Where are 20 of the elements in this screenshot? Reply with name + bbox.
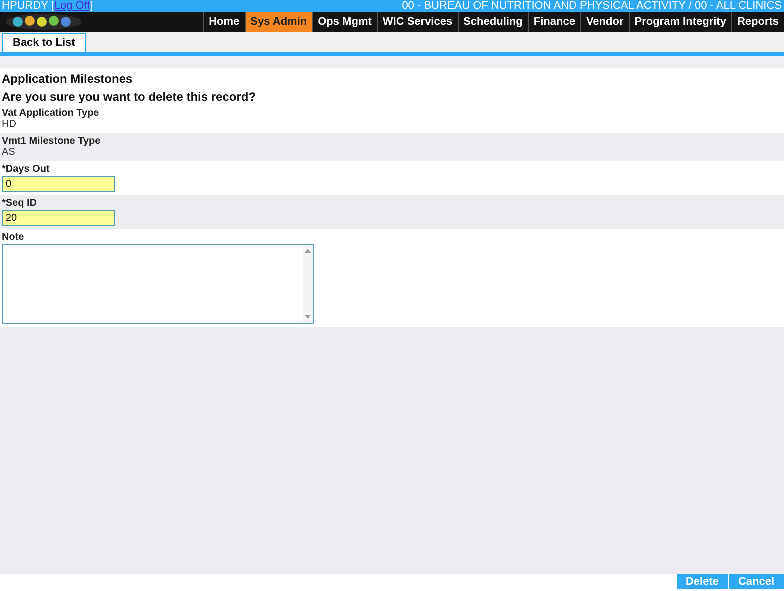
confirm-message: Are you sure you want to delete this record?	[1, 89, 258, 105]
input-field[interactable]: 0	[2, 176, 115, 192]
back-to-list-tab[interactable]: Back to List	[2, 33, 86, 52]
field-label: Note	[2, 232, 26, 243]
nav-tab[interactable]: Sys Admin	[244, 12, 312, 32]
agency-text: 00 - BUREAU OF NUTRITION AND PHYSICAL ACTIVITY / 00 - ALL CLINICS	[402, 0, 782, 12]
scroll-down-icon[interactable]	[305, 315, 311, 319]
note-field[interactable]	[2, 244, 314, 324]
input-field[interactable]: 20	[2, 210, 115, 226]
scroll-up-icon[interactable]	[305, 249, 311, 253]
field-label: *Seq ID	[2, 198, 38, 209]
page-title: Application Milestones	[1, 71, 134, 88]
field-label: Vat Application Type	[2, 108, 100, 119]
bracket-text: [	[51, 0, 54, 12]
field-label: *Days Out	[2, 164, 51, 175]
field-value: AS	[2, 147, 16, 158]
field-label: Vmt1 Milestone Type	[2, 136, 102, 147]
bracket-text: ]	[90, 0, 94, 12]
user-name: HPURDY	[2, 0, 48, 12]
field-value: HD	[2, 119, 18, 130]
